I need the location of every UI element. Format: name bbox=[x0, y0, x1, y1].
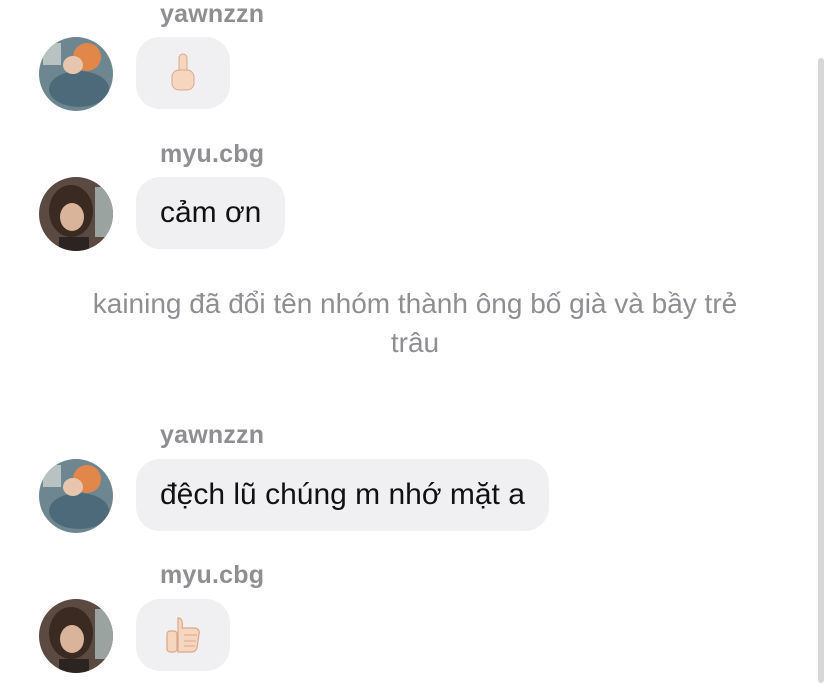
avatar[interactable] bbox=[39, 459, 113, 533]
thumbs-up-emoji-icon bbox=[166, 617, 200, 653]
message-bubble[interactable] bbox=[136, 599, 230, 671]
sender-name: myu.cbg bbox=[160, 561, 265, 589]
sender-name: yawnzzn bbox=[160, 421, 265, 449]
message-bubble[interactable]: cảm ơn bbox=[136, 177, 286, 249]
avatar[interactable] bbox=[39, 37, 113, 111]
avatar[interactable] bbox=[39, 177, 113, 251]
middle-finger-emoji-icon bbox=[171, 53, 195, 91]
avatar-image bbox=[39, 459, 113, 533]
message-text: cảm ơn bbox=[160, 196, 262, 229]
message-bubble[interactable]: đệch lũ chúng m nhớ mặt a bbox=[136, 459, 549, 531]
sender-name: myu.cbg bbox=[160, 140, 265, 168]
avatar[interactable] bbox=[39, 599, 113, 673]
system-message: kaining đã đổi tên nhóm thành ông bố già… bbox=[92, 288, 738, 358]
message-text: đệch lũ chúng m nhớ mặt a bbox=[160, 478, 525, 511]
scrollbar[interactable] bbox=[818, 58, 824, 683]
avatar-image bbox=[39, 177, 113, 251]
avatar-image bbox=[39, 37, 113, 111]
sender-name: yawnzzn bbox=[160, 0, 265, 28]
message-bubble[interactable] bbox=[136, 37, 230, 109]
avatar-image bbox=[39, 599, 113, 673]
